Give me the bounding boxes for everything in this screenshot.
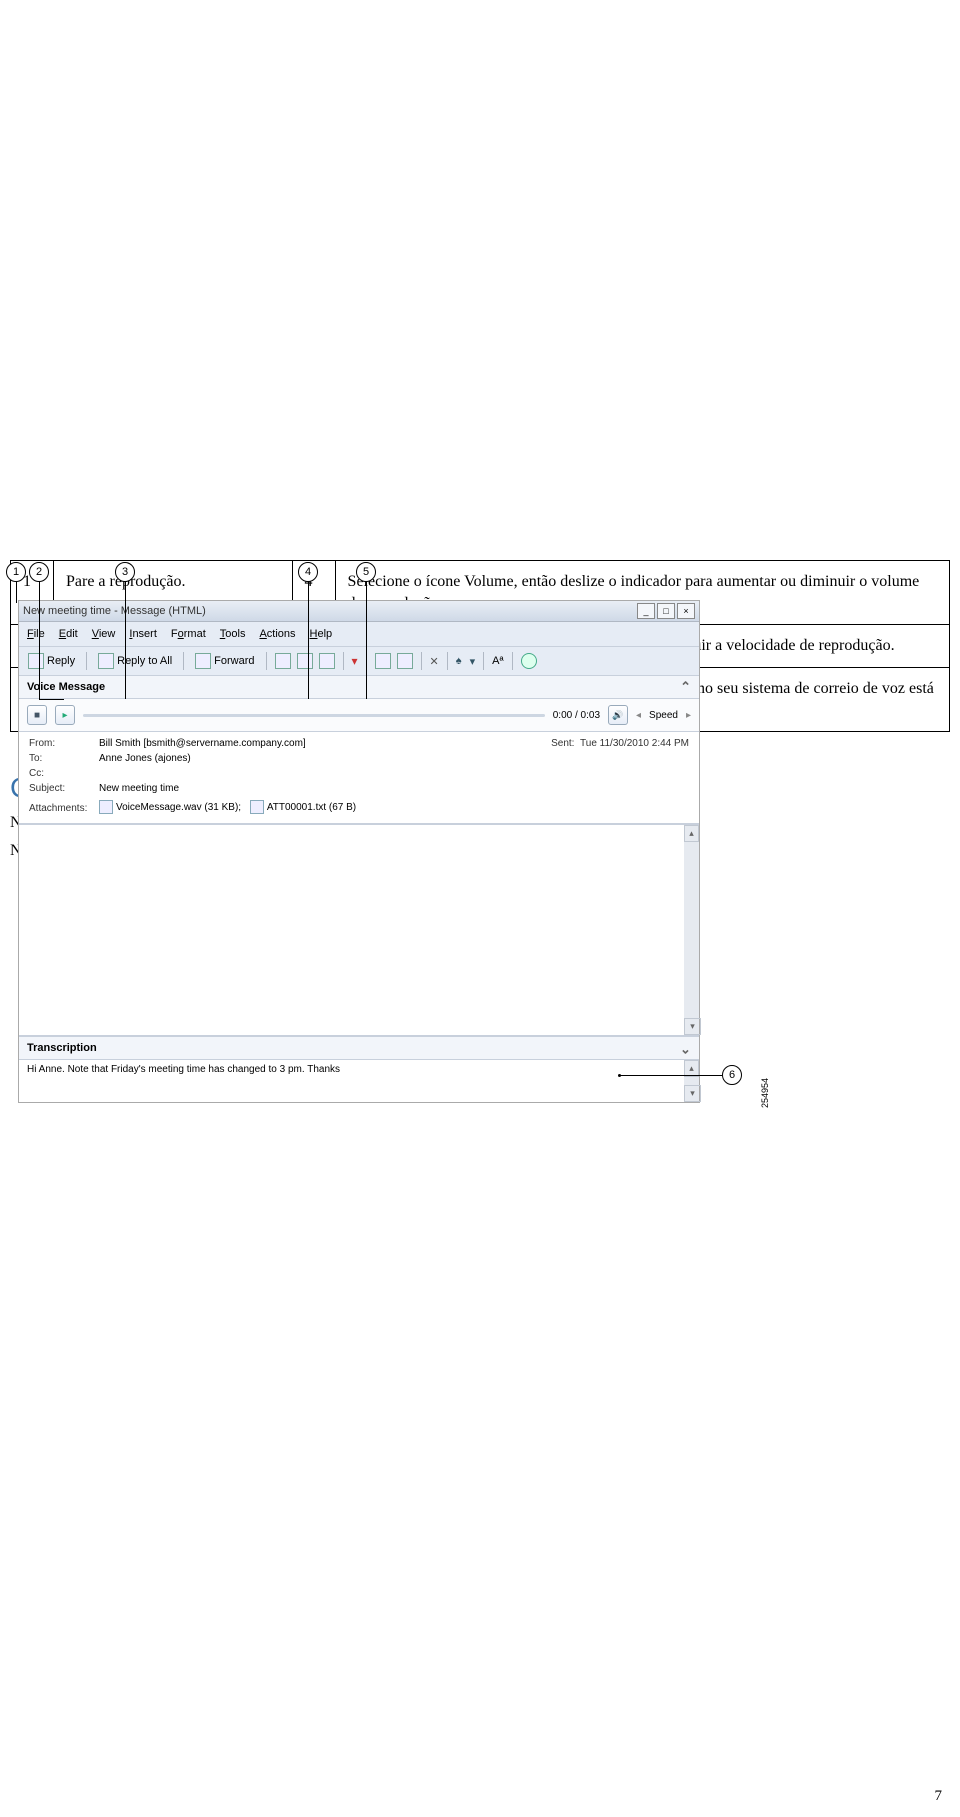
figure-number: 254954 [760,1078,770,1108]
callout-4: 4 [298,562,318,582]
callout-overlay: 1 2 3 4 5 6 [0,560,720,1115]
callout-2: 2 [29,562,49,582]
callout-3: 3 [115,562,135,582]
callout-5: 5 [356,562,376,582]
callout-1: 1 [6,562,26,582]
callout-6: 6 [722,1065,742,1085]
page-number: 7 [935,1788,943,1805]
